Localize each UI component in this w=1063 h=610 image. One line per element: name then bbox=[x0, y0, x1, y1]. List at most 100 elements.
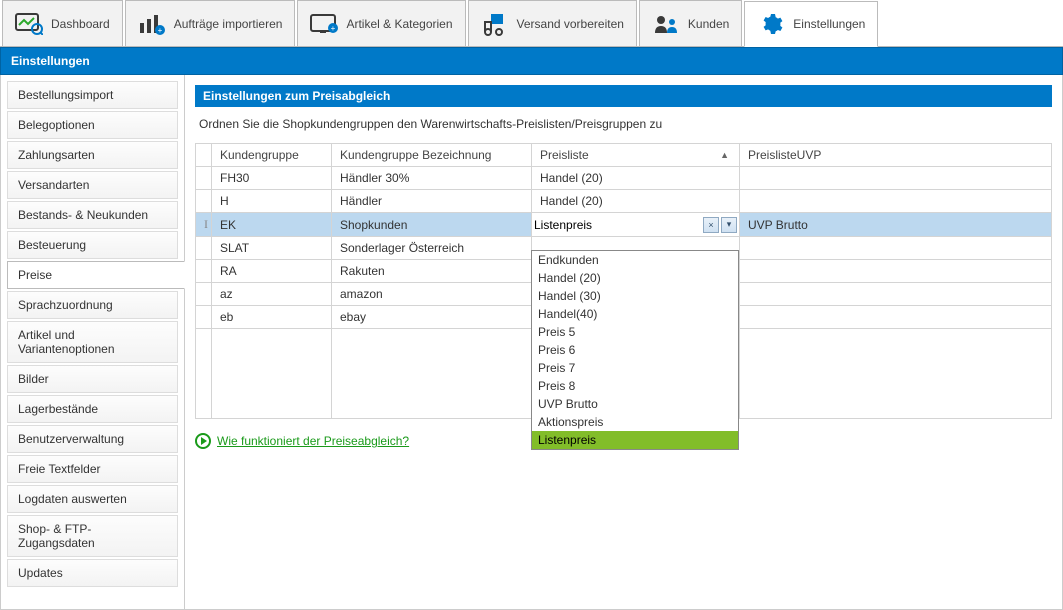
sidebar-item-shop-ftp[interactable]: Shop- & FTP-Zugangsdaten bbox=[7, 515, 178, 557]
tab-dashboard[interactable]: Dashboard bbox=[2, 0, 123, 46]
table-row[interactable]: H Händler Handel (20) bbox=[196, 190, 1052, 213]
cell-bez[interactable]: Sonderlager Österreich bbox=[332, 237, 532, 260]
row-marker bbox=[196, 190, 212, 213]
cell-pl[interactable]: Handel (20) bbox=[532, 167, 740, 190]
cell-uvp[interactable] bbox=[740, 190, 1052, 213]
tab-label: Aufträge importieren bbox=[174, 17, 283, 31]
tab-settings[interactable]: Einstellungen bbox=[744, 1, 878, 47]
svg-text:+: + bbox=[331, 24, 336, 33]
import-icon: + bbox=[138, 12, 166, 36]
dropdown-option[interactable]: Handel (30) bbox=[532, 287, 738, 305]
sidebar-item-artikel-varianten[interactable]: Artikel und Variantenoptionen bbox=[7, 321, 178, 363]
cell-pl[interactable]: Handel (20) bbox=[532, 190, 740, 213]
cell-kg[interactable]: eb bbox=[212, 306, 332, 329]
preisliste-combo-input[interactable] bbox=[534, 218, 701, 232]
help-link[interactable]: Wie funktioniert der Preiseabgleich? bbox=[217, 434, 409, 448]
tab-label: Versand vorbereiten bbox=[517, 17, 624, 31]
cell-kg[interactable]: SLAT bbox=[212, 237, 332, 260]
shipping-icon bbox=[481, 12, 509, 36]
tab-shipping[interactable]: Versand vorbereiten bbox=[468, 0, 637, 46]
sidebar-item-benutzerverwaltung[interactable]: Benutzerverwaltung bbox=[7, 425, 178, 453]
table-row[interactable]: FH30 Händler 30% Handel (20) bbox=[196, 167, 1052, 190]
sidebar-item-belegoptionen[interactable]: Belegoptionen bbox=[7, 111, 178, 139]
combo-clear-button[interactable]: × bbox=[703, 217, 719, 233]
cell-kg[interactable]: RA bbox=[212, 260, 332, 283]
dropdown-option[interactable]: Handel(40) bbox=[532, 305, 738, 323]
sidebar-item-bilder[interactable]: Bilder bbox=[7, 365, 178, 393]
cell-uvp[interactable]: UVP Brutto bbox=[740, 213, 1052, 237]
tab-label: Artikel & Kategorien bbox=[346, 17, 452, 31]
sidebar-item-lagerbestaende[interactable]: Lagerbestände bbox=[7, 395, 178, 423]
sidebar-item-logdaten[interactable]: Logdaten auswerten bbox=[7, 485, 178, 513]
col-kundengruppe[interactable]: Kundengruppe bbox=[212, 144, 332, 167]
content-area: Einstellungen zum Preisabgleich Ordnen S… bbox=[185, 75, 1062, 609]
row-marker-header bbox=[196, 144, 212, 167]
preisliste-dropdown[interactable]: Endkunden Handel (20) Handel (30) Handel… bbox=[531, 250, 739, 450]
cell-pl-editing[interactable]: × ▾ bbox=[532, 213, 740, 237]
combo-open-button[interactable]: ▾ bbox=[721, 217, 737, 233]
sidebar-item-zahlungsarten[interactable]: Zahlungsarten bbox=[7, 141, 178, 169]
cell-bez[interactable]: Shopkunden bbox=[332, 213, 532, 237]
dropdown-option[interactable]: Aktionspreis bbox=[532, 413, 738, 431]
cell-bez[interactable]: amazon bbox=[332, 283, 532, 306]
catalog-icon: + bbox=[310, 12, 338, 36]
dropdown-option[interactable]: Preis 5 bbox=[532, 323, 738, 341]
gear-icon bbox=[757, 12, 785, 36]
row-marker-edit: I bbox=[196, 213, 212, 237]
page-banner: Einstellungen bbox=[0, 47, 1063, 75]
table-row-selected[interactable]: I EK Shopkunden × ▾ UVP Brutto bbox=[196, 213, 1052, 237]
play-icon bbox=[195, 433, 211, 449]
cell-bez[interactable]: Rakuten bbox=[332, 260, 532, 283]
cell-kg[interactable]: az bbox=[212, 283, 332, 306]
row-marker bbox=[196, 306, 212, 329]
cell-uvp[interactable] bbox=[740, 283, 1052, 306]
svg-text:+: + bbox=[157, 26, 162, 35]
sidebar-item-preise[interactable]: Preise bbox=[7, 261, 185, 289]
dropdown-option[interactable]: Preis 6 bbox=[532, 341, 738, 359]
row-marker bbox=[196, 167, 212, 190]
panel-title: Einstellungen zum Preisabgleich bbox=[195, 85, 1052, 107]
dropdown-option[interactable]: Endkunden bbox=[532, 251, 738, 269]
row-marker bbox=[196, 283, 212, 306]
main-container: Bestellungsimport Belegoptionen Zahlungs… bbox=[0, 75, 1063, 610]
tab-label: Kunden bbox=[688, 17, 729, 31]
dropdown-option[interactable]: Handel (20) bbox=[532, 269, 738, 287]
customers-icon bbox=[652, 12, 680, 36]
cell-uvp[interactable] bbox=[740, 260, 1052, 283]
cell-bez[interactable]: Händler 30% bbox=[332, 167, 532, 190]
sidebar-item-bestellungsimport[interactable]: Bestellungsimport bbox=[7, 81, 178, 109]
sidebar-item-versandarten[interactable]: Versandarten bbox=[7, 171, 178, 199]
cell-uvp[interactable] bbox=[740, 306, 1052, 329]
tab-label: Einstellungen bbox=[793, 17, 865, 31]
row-marker bbox=[196, 260, 212, 283]
tab-label: Dashboard bbox=[51, 17, 110, 31]
dropdown-option[interactable]: Preis 7 bbox=[532, 359, 738, 377]
cell-uvp[interactable] bbox=[740, 237, 1052, 260]
settings-sidebar: Bestellungsimport Belegoptionen Zahlungs… bbox=[1, 75, 185, 609]
tab-articles-categories[interactable]: + Artikel & Kategorien bbox=[297, 0, 465, 46]
help-link-row: Wie funktioniert der Preiseabgleich? bbox=[195, 433, 409, 449]
sidebar-item-updates[interactable]: Updates bbox=[7, 559, 178, 587]
dropdown-option[interactable]: Preis 8 bbox=[532, 377, 738, 395]
cell-bez[interactable]: ebay bbox=[332, 306, 532, 329]
tab-customers[interactable]: Kunden bbox=[639, 0, 742, 46]
col-preisliste[interactable]: Preisliste bbox=[532, 144, 740, 167]
tab-import-orders[interactable]: + Aufträge importieren bbox=[125, 0, 296, 46]
top-tabs: Dashboard + Aufträge importieren + Artik… bbox=[0, 0, 1063, 47]
sidebar-item-bestands-neukunden[interactable]: Bestands- & Neukunden bbox=[7, 201, 178, 229]
col-preisliste-uvp[interactable]: PreislisteUVP bbox=[740, 144, 1052, 167]
col-kundengruppe-bezeichnung[interactable]: Kundengruppe Bezeichnung bbox=[332, 144, 532, 167]
sidebar-item-sprachzuordnung[interactable]: Sprachzuordnung bbox=[7, 291, 178, 319]
cell-bez[interactable]: Händler bbox=[332, 190, 532, 213]
cell-kg[interactable]: H bbox=[212, 190, 332, 213]
sidebar-item-freie-textfelder[interactable]: Freie Textfelder bbox=[7, 455, 178, 483]
cell-kg[interactable]: FH30 bbox=[212, 167, 332, 190]
dashboard-icon bbox=[15, 12, 43, 36]
dropdown-option[interactable]: UVP Brutto bbox=[532, 395, 738, 413]
cell-kg[interactable]: EK bbox=[212, 213, 332, 237]
sidebar-item-besteuerung[interactable]: Besteuerung bbox=[7, 231, 178, 259]
cell-uvp[interactable] bbox=[740, 167, 1052, 190]
dropdown-option-highlighted[interactable]: Listenpreis bbox=[532, 431, 738, 449]
row-marker bbox=[196, 237, 212, 260]
panel-description: Ordnen Sie die Shopkundengruppen den War… bbox=[195, 107, 1052, 143]
